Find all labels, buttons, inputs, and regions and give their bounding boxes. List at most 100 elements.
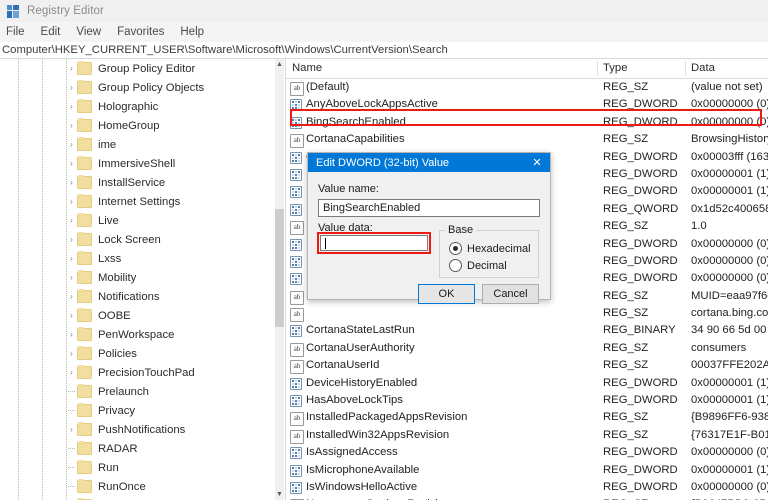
value-row[interactable]: DeviceHistoryEnabled REG_DWORD 0x00000001 … (286, 375, 768, 392)
chevron-right-icon[interactable]: › (66, 135, 77, 154)
tree-item[interactable]: › PenWorkspace (0, 325, 275, 344)
registry-icon (7, 4, 20, 18)
value-data: {76317E1F-B010-4E8 (691, 428, 768, 441)
value-row[interactable]: HasAboveLockTips REG_DWORD 0x00000001 (1) (286, 392, 768, 409)
value-name: BingSearchEnabled (306, 115, 406, 128)
value-row[interactable]: abNamespaceSettingsRevisionREG_SZ{B9647B… (286, 496, 768, 500)
tree-item[interactable]: › ime (0, 135, 275, 154)
tree-item[interactable]: Privacy (0, 401, 275, 420)
value-row[interactable]: abCortanaUserId REG_SZ 00037FFE202A6BC1 (286, 357, 768, 375)
address-bar[interactable]: Computer\HKEY_CURRENT_USER\Software\Micr… (0, 42, 768, 59)
value-data: BrowsingHistory,Cal (691, 133, 768, 146)
tree-item[interactable]: › PushNotifications (0, 420, 275, 439)
tree-item[interactable]: ›Screensavers (0, 496, 275, 500)
chevron-right-icon[interactable]: › (66, 154, 77, 173)
value-type: REG_SZ (603, 289, 649, 302)
chevron-right-icon[interactable]: › (66, 211, 77, 230)
tree-item[interactable]: › Policies (0, 344, 275, 363)
tree-item[interactable]: › Lock Screen (0, 230, 275, 249)
close-icon[interactable]: ✕ (524, 153, 550, 172)
tree-item[interactable]: › OOBE (0, 306, 275, 325)
tree-item[interactable]: › Internet Settings (0, 192, 275, 211)
tree-item[interactable]: › Holographic (0, 97, 275, 116)
tree-item[interactable]: RADAR (0, 439, 275, 458)
tree-item[interactable]: › PrecisionTouchPad (0, 363, 275, 382)
chevron-right-icon[interactable]: › (66, 97, 77, 116)
menu-item-favorites[interactable]: Favorites (109, 22, 172, 42)
chevron-right-icon[interactable]: › (66, 230, 77, 249)
tree-leaf-marker (66, 477, 77, 496)
tree-item-label: RunOnce (98, 480, 146, 493)
value-name: IsWindowsHelloActive (306, 480, 418, 493)
value-row[interactable]: BingSearchEnabled REG_DWORD 0x00000000 (0) (286, 114, 768, 131)
ok-button[interactable]: OK (418, 284, 475, 304)
value-type: REG_DWORD (603, 463, 678, 476)
tree-item-label: ImmersiveShell (98, 157, 176, 170)
value-name-input[interactable]: BingSearchEnabled (318, 199, 540, 217)
dword-value-icon (290, 203, 302, 216)
cancel-button[interactable]: Cancel (482, 284, 539, 304)
dialog-title-bar: Edit DWORD (32-bit) Value ✕ (308, 153, 550, 172)
tree-item[interactable]: › Group Policy Objects (0, 78, 275, 97)
chevron-right-icon[interactable]: › (66, 192, 77, 211)
value-row[interactable]: IsMicrophoneAvailable REG_DWORD 0x00000001… (286, 462, 768, 479)
folder-icon (77, 365, 92, 379)
tree-item[interactable]: › InstallService (0, 173, 275, 192)
tree-item[interactable]: Run (0, 458, 275, 477)
tree-item[interactable]: › Lxss (0, 249, 275, 268)
value-row[interactable]: ab CortanaUserAuthority REG_SZ consumers (286, 340, 768, 357)
tree-item[interactable]: › HomeGroup (0, 116, 275, 135)
registry-path: Computer\HKEY_CURRENT_USER\Software\Micr… (2, 44, 448, 56)
radio-decimal-indicator (449, 259, 462, 272)
value-row[interactable]: ab (Default) REG_SZ (value not set) (286, 79, 768, 96)
column-header-name[interactable]: Name (292, 59, 322, 78)
radio-decimal[interactable]: Decimal (449, 259, 507, 272)
chevron-right-icon[interactable]: › (66, 363, 77, 382)
chevron-right-icon[interactable]: › (66, 325, 77, 344)
string-value-icon: ab (290, 221, 304, 236)
tree-item[interactable]: › ImmersiveShell (0, 154, 275, 173)
menu-item-help[interactable]: Help (172, 22, 212, 42)
tree-item[interactable]: › Live (0, 211, 275, 230)
tree-item[interactable]: › Group Policy Editor (0, 59, 275, 78)
tree-scrollbar[interactable]: ▲ ▼ (275, 59, 284, 500)
menu-item-edit[interactable]: Edit (33, 22, 69, 42)
value-data-input[interactable] (320, 235, 428, 251)
chevron-right-icon[interactable]: › (66, 287, 77, 306)
chevron-right-icon[interactable]: › (66, 173, 77, 192)
value-row[interactable]: IsWindowsHelloActive REG_DWORD 0x00000000 … (286, 479, 768, 496)
chevron-right-icon[interactable]: › (66, 249, 77, 268)
value-data-label: Value data: (318, 222, 373, 234)
value-row[interactable]: ab InstalledWin32AppsRevision REG_SZ {76317… (286, 427, 768, 444)
tree-item[interactable]: Prelaunch (0, 382, 275, 401)
tree-item-label: Group Policy Objects (98, 81, 205, 94)
value-row[interactable]: CortanaStateLastRun REG_BINARY 34 90 66 5d… (286, 322, 768, 339)
chevron-right-icon[interactable]: › (66, 268, 77, 287)
value-row[interactable]: ab REG_SZ cortana.bing.com (286, 305, 768, 323)
tree-item[interactable]: › Mobility (0, 268, 275, 287)
column-header-type[interactable]: Type (603, 59, 628, 78)
dword-value-icon (290, 99, 302, 112)
menu-item-file[interactable]: File (0, 22, 33, 42)
tree-item[interactable]: RunOnce (0, 477, 275, 496)
chevron-right-icon[interactable]: › (66, 344, 77, 363)
tree-scrollbar-thumb[interactable] (275, 209, 284, 327)
column-header-data[interactable]: Data (691, 59, 715, 78)
value-row[interactable]: IsAssignedAccess REG_DWORD 0x00000000 (0) (286, 444, 768, 461)
scroll-down-icon[interactable]: ▼ (275, 489, 284, 500)
chevron-right-icon[interactable]: › (66, 59, 77, 78)
value-row[interactable]: ab InstalledPackagedAppsRevision REG_SZ {B9… (286, 409, 768, 427)
scroll-up-icon[interactable]: ▲ (275, 59, 284, 70)
chevron-right-icon[interactable]: › (66, 78, 77, 97)
value-row[interactable]: ab CortanaCapabilities REG_SZ BrowsingHisto… (286, 131, 768, 149)
menu-item-view[interactable]: View (68, 22, 109, 42)
chevron-right-icon[interactable]: › (66, 496, 77, 500)
chevron-right-icon[interactable]: › (66, 116, 77, 135)
value-row[interactable]: AnyAboveLockAppsActive REG_DWORD 0x0000000… (286, 96, 768, 113)
value-name: CortanaUserId (306, 359, 380, 372)
chevron-right-icon[interactable]: › (66, 306, 77, 325)
radio-hexadecimal[interactable]: Hexadecimal (449, 242, 531, 255)
dword-value-icon (290, 151, 302, 164)
chevron-right-icon[interactable]: › (66, 420, 77, 439)
tree-item[interactable]: › Notifications (0, 287, 275, 306)
